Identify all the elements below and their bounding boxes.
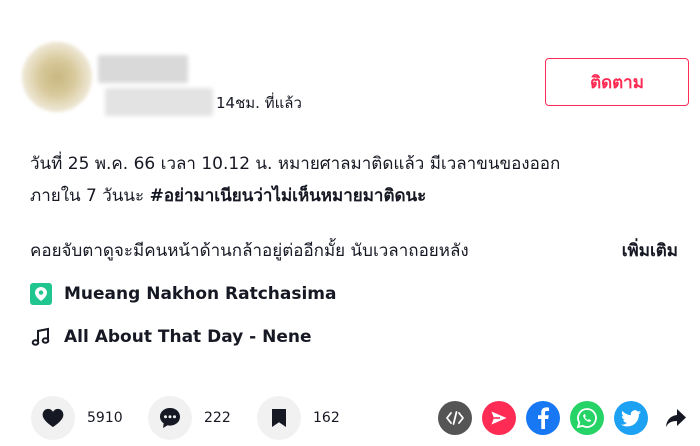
comment-count: 222: [204, 410, 231, 426]
facebook-icon: [538, 407, 549, 429]
location-pin-icon: [30, 283, 52, 305]
comment-icon: [160, 408, 180, 428]
author-name-blurred[interactable]: [98, 55, 188, 83]
save-stat: 162: [257, 396, 340, 440]
like-stat: 5910: [31, 396, 123, 440]
whatsapp-icon: [576, 408, 597, 429]
twitter-icon: [621, 409, 641, 426]
more-button[interactable]: เพิ่มเติม: [622, 235, 678, 267]
bookmark-icon: [272, 409, 286, 427]
share-arrow-icon: [666, 409, 686, 427]
send-button[interactable]: [482, 401, 516, 435]
desc-line-3: คอยจับตาดูจะมีคนหน้าด้านกล้าอยู่ต่ออีกมั…: [30, 235, 690, 267]
facebook-button[interactable]: [526, 401, 560, 435]
desc-line-1: วันที่ 25 พ.ค. 66 เวลา 10.12 น. หมายศาลม…: [30, 154, 561, 174]
comment-stat: 222: [148, 396, 231, 440]
post-description: วันที่ 25 พ.ค. 66 เวลา 10.12 น. หมายศาลม…: [30, 148, 680, 212]
music-label: All About That Day - Nene: [64, 327, 312, 347]
location-row[interactable]: Mueang Nakhon Ratchasima: [30, 280, 337, 308]
comment-button[interactable]: [148, 396, 192, 440]
share-more-button[interactable]: [659, 401, 693, 435]
desc-line-2-text: ภายใน 7 วันนะ: [30, 186, 150, 206]
music-row[interactable]: All About That Day - Nene: [30, 323, 312, 351]
hashtag-link[interactable]: #อย่ามาเนียนว่าไม่เห็นหมายมาติดนะ: [150, 186, 427, 206]
whatsapp-button[interactable]: [570, 401, 604, 435]
save-count: 162: [313, 410, 340, 426]
twitter-button[interactable]: [614, 401, 648, 435]
author-avatar[interactable]: [22, 42, 92, 112]
desc-line-2: ภายใน 7 วันนะ #อย่ามาเนียนว่าไม่เห็นหมาย…: [30, 180, 680, 212]
send-icon: [491, 411, 507, 425]
like-button[interactable]: [31, 396, 75, 440]
author-nickname-blurred: [105, 88, 213, 116]
save-button[interactable]: [257, 396, 301, 440]
desc-line-3-text: คอยจับตาดูจะมีคนหน้าด้านกล้าอยู่ต่ออีกมั…: [30, 241, 469, 261]
follow-button[interactable]: ติดตาม: [545, 58, 689, 106]
post-time: 14ชม. ที่แล้ว: [216, 94, 302, 112]
music-note-icon: [30, 327, 52, 347]
embed-button[interactable]: [438, 401, 472, 435]
location-label: Mueang Nakhon Ratchasima: [64, 284, 337, 304]
like-count: 5910: [87, 410, 123, 426]
embed-icon: [446, 411, 464, 425]
heart-icon: [42, 408, 64, 428]
